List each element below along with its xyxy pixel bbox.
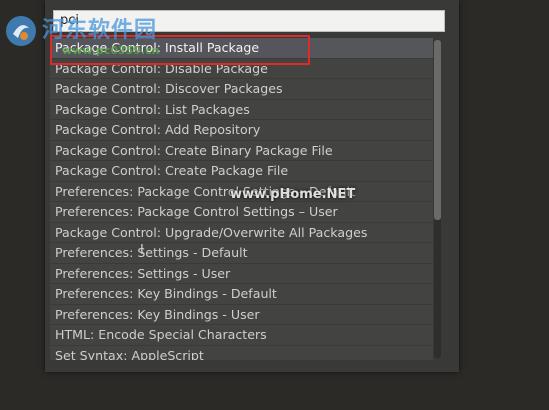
command-item[interactable]: Preferences: Key Bindings - Default (50, 284, 433, 305)
command-item[interactable]: Package Control: Create Package File (50, 161, 433, 182)
watermark-site-url: www.pc0359.cn (62, 44, 160, 57)
scrollbar-thumb[interactable] (434, 40, 441, 220)
watermark-site-name: 河东软件园 (42, 17, 158, 43)
command-item[interactable]: Package Control: Add Repository (50, 120, 433, 141)
command-item[interactable]: Package Control: Upgrade/Overwrite All P… (50, 222, 433, 243)
command-item[interactable]: Package Control: Create Binary Package F… (50, 140, 433, 161)
command-item[interactable]: Package Control: Discover Packages (50, 79, 433, 100)
text-cursor-icon: I (140, 243, 144, 258)
command-item[interactable]: Preferences: Settings - Default (50, 243, 433, 264)
watermark-phome: www.pHome.NET (230, 187, 356, 202)
command-item[interactable]: Preferences: Package Control Settings – … (50, 202, 433, 223)
command-item[interactable]: Preferences: Key Bindings - User (50, 304, 433, 325)
scrollbar[interactable] (434, 40, 441, 358)
watermark-logo-icon (6, 16, 36, 46)
command-item[interactable]: Preferences: Settings - User (50, 263, 433, 284)
command-item[interactable]: Set Syntax: AppleScript (50, 345, 433, 360)
command-item[interactable]: Package Control: List Packages (50, 99, 433, 120)
command-item[interactable]: HTML: Encode Special Characters (50, 325, 433, 346)
